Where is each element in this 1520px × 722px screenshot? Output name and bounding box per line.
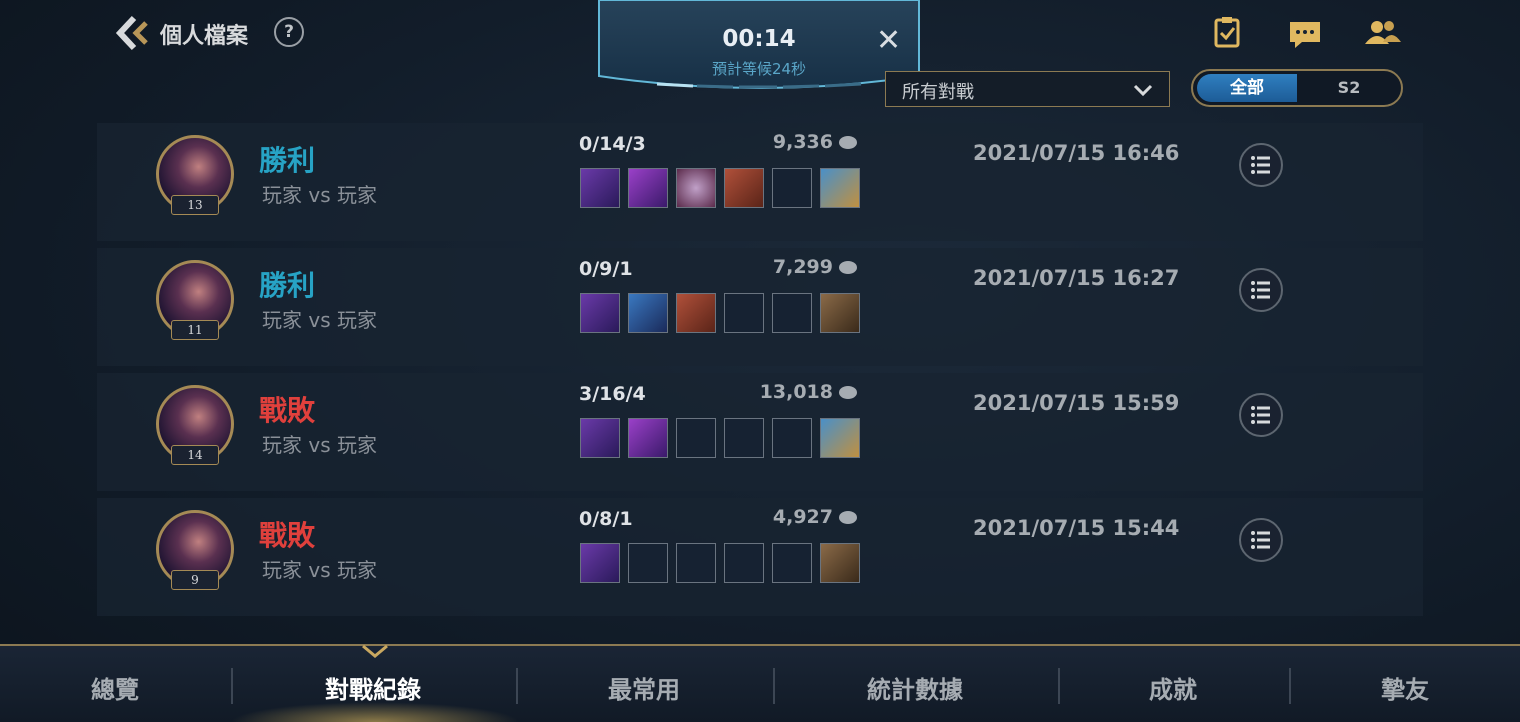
- match-kda: 0/14/3: [579, 133, 646, 155]
- coin-icon: [839, 261, 857, 274]
- item-slot-empty[interactable]: [676, 543, 716, 583]
- queue-estimate: 預計等候24秒: [711, 60, 807, 78]
- tab-achievements[interactable]: 成就: [1120, 670, 1226, 705]
- tab-divider: [516, 668, 518, 704]
- match-datetime: 2021/07/15 16:46: [973, 141, 1180, 165]
- match-datetime: 2021/07/15 16:27: [973, 266, 1180, 290]
- tab-divider: [1058, 668, 1060, 704]
- match-row[interactable]: 9 戰敗 玩家 vs 玩家 0/8/1 4,927 2021/07/15 15:…: [97, 498, 1423, 616]
- match-row[interactable]: 14 戰敗 玩家 vs 玩家 3/16/4 13,018 2021/07/15 …: [97, 373, 1423, 491]
- item-slot-empty[interactable]: [676, 418, 716, 458]
- list-detail-icon[interactable]: [1239, 393, 1283, 437]
- tab-divider: [773, 668, 775, 704]
- match-mode: 玩家 vs 玩家: [262, 183, 377, 207]
- tab-statistics[interactable]: 統計數據: [850, 670, 980, 705]
- gold-value: 4,927: [772, 506, 833, 528]
- match-gold: 9,336: [747, 131, 857, 153]
- item-slot[interactable]: [580, 543, 620, 583]
- item-slot-empty[interactable]: [772, 293, 812, 333]
- match-mode: 玩家 vs 玩家: [262, 558, 377, 582]
- chevron-down-icon: [1133, 82, 1153, 101]
- tab-match-history[interactable]: 對戰紀錄: [300, 670, 446, 705]
- filter-selected-value: 所有對戰: [902, 82, 974, 103]
- list-detail-icon[interactable]: [1239, 143, 1283, 187]
- tab-divider: [1289, 668, 1291, 704]
- clipboard-check-icon[interactable]: [1209, 16, 1249, 52]
- match-mode: 玩家 vs 玩家: [262, 308, 377, 332]
- item-slot[interactable]: [676, 168, 716, 208]
- gold-value: 7,299: [772, 256, 833, 278]
- friends-icon[interactable]: [1363, 16, 1403, 52]
- match-datetime: 2021/07/15 15:59: [973, 391, 1180, 415]
- queue-timer-panel: 00:14 預計等候24秒 ✕: [597, 0, 921, 94]
- match-result: 戰敗: [259, 394, 316, 427]
- item-slot-empty[interactable]: [724, 418, 764, 458]
- item-slot-empty[interactable]: [772, 418, 812, 458]
- tab-best-friends[interactable]: 摯友: [1352, 670, 1458, 705]
- tab-overview[interactable]: 總覽: [60, 670, 170, 705]
- item-slot-empty[interactable]: [628, 543, 668, 583]
- item-slot[interactable]: [724, 168, 764, 208]
- gold-value: 13,018: [759, 381, 833, 403]
- champion-avatar: 13: [154, 133, 234, 215]
- match-kda: 0/8/1: [579, 508, 633, 530]
- item-slot[interactable]: [820, 293, 860, 333]
- gold-value: 9,336: [772, 131, 833, 153]
- active-tab-glow: [230, 702, 520, 722]
- tab-divider: [231, 668, 233, 704]
- match-datetime: 2021/07/15 15:44: [973, 516, 1180, 540]
- queue-timer: 00:14: [722, 26, 796, 52]
- match-result: 勝利: [259, 144, 316, 177]
- season-toggle: 全部 S2: [1191, 69, 1403, 107]
- match-row[interactable]: 11 勝利 玩家 vs 玩家 0/9/1 7,299 2021/07/15 16…: [97, 248, 1423, 366]
- champion-avatar: 11: [154, 258, 234, 340]
- match-gold: 7,299: [747, 256, 857, 278]
- chat-icon[interactable]: [1286, 16, 1326, 52]
- page-title: 個人檔案: [160, 24, 249, 49]
- season-option-all[interactable]: 全部: [1197, 74, 1297, 102]
- match-kda: 3/16/4: [579, 383, 646, 405]
- season-option-s2[interactable]: S2: [1301, 74, 1397, 102]
- coin-icon: [839, 136, 857, 149]
- match-kda: 0/9/1: [579, 258, 633, 280]
- match-mode: 玩家 vs 玩家: [262, 433, 377, 457]
- champion-level: 14: [171, 445, 219, 465]
- item-slot[interactable]: [628, 418, 668, 458]
- bottom-tab-bar: 總覽 對戰紀錄 最常用 統計數據 成就 摯友: [0, 644, 1520, 722]
- tab-most-used[interactable]: 最常用: [584, 670, 704, 705]
- item-slot[interactable]: [820, 418, 860, 458]
- active-tab-indicator-icon: [362, 644, 388, 658]
- coin-icon: [839, 511, 857, 524]
- item-slot[interactable]: [676, 293, 716, 333]
- close-icon[interactable]: ✕: [876, 26, 901, 56]
- list-detail-icon[interactable]: [1239, 268, 1283, 312]
- match-row[interactable]: 13 勝利 玩家 vs 玩家 0/14/3 9,336 2021/07/15 1…: [97, 123, 1423, 241]
- back-arrow-icon[interactable]: [112, 14, 152, 52]
- champion-level: 9: [171, 570, 219, 590]
- item-slot[interactable]: [580, 418, 620, 458]
- match-gold: 4,927: [747, 506, 857, 528]
- match-filter-dropdown[interactable]: 所有對戰: [885, 71, 1170, 107]
- item-slot[interactable]: [628, 293, 668, 333]
- item-slot[interactable]: [580, 168, 620, 208]
- item-slot-empty[interactable]: [724, 293, 764, 333]
- champion-level: 11: [171, 320, 219, 340]
- item-slot[interactable]: [820, 543, 860, 583]
- help-icon[interactable]: ?: [274, 17, 304, 47]
- item-slot[interactable]: [820, 168, 860, 208]
- item-slot-empty[interactable]: [724, 543, 764, 583]
- champion-level: 13: [171, 195, 219, 215]
- champion-avatar: 9: [154, 508, 234, 590]
- match-gold: 13,018: [747, 381, 857, 403]
- list-detail-icon[interactable]: [1239, 518, 1283, 562]
- champion-avatar: 14: [154, 383, 234, 465]
- item-slot[interactable]: [628, 168, 668, 208]
- match-result: 戰敗: [259, 519, 316, 552]
- match-result: 勝利: [259, 269, 316, 302]
- item-slot-empty[interactable]: [772, 543, 812, 583]
- coin-icon: [839, 386, 857, 399]
- item-slot[interactable]: [580, 293, 620, 333]
- item-slot-empty[interactable]: [772, 168, 812, 208]
